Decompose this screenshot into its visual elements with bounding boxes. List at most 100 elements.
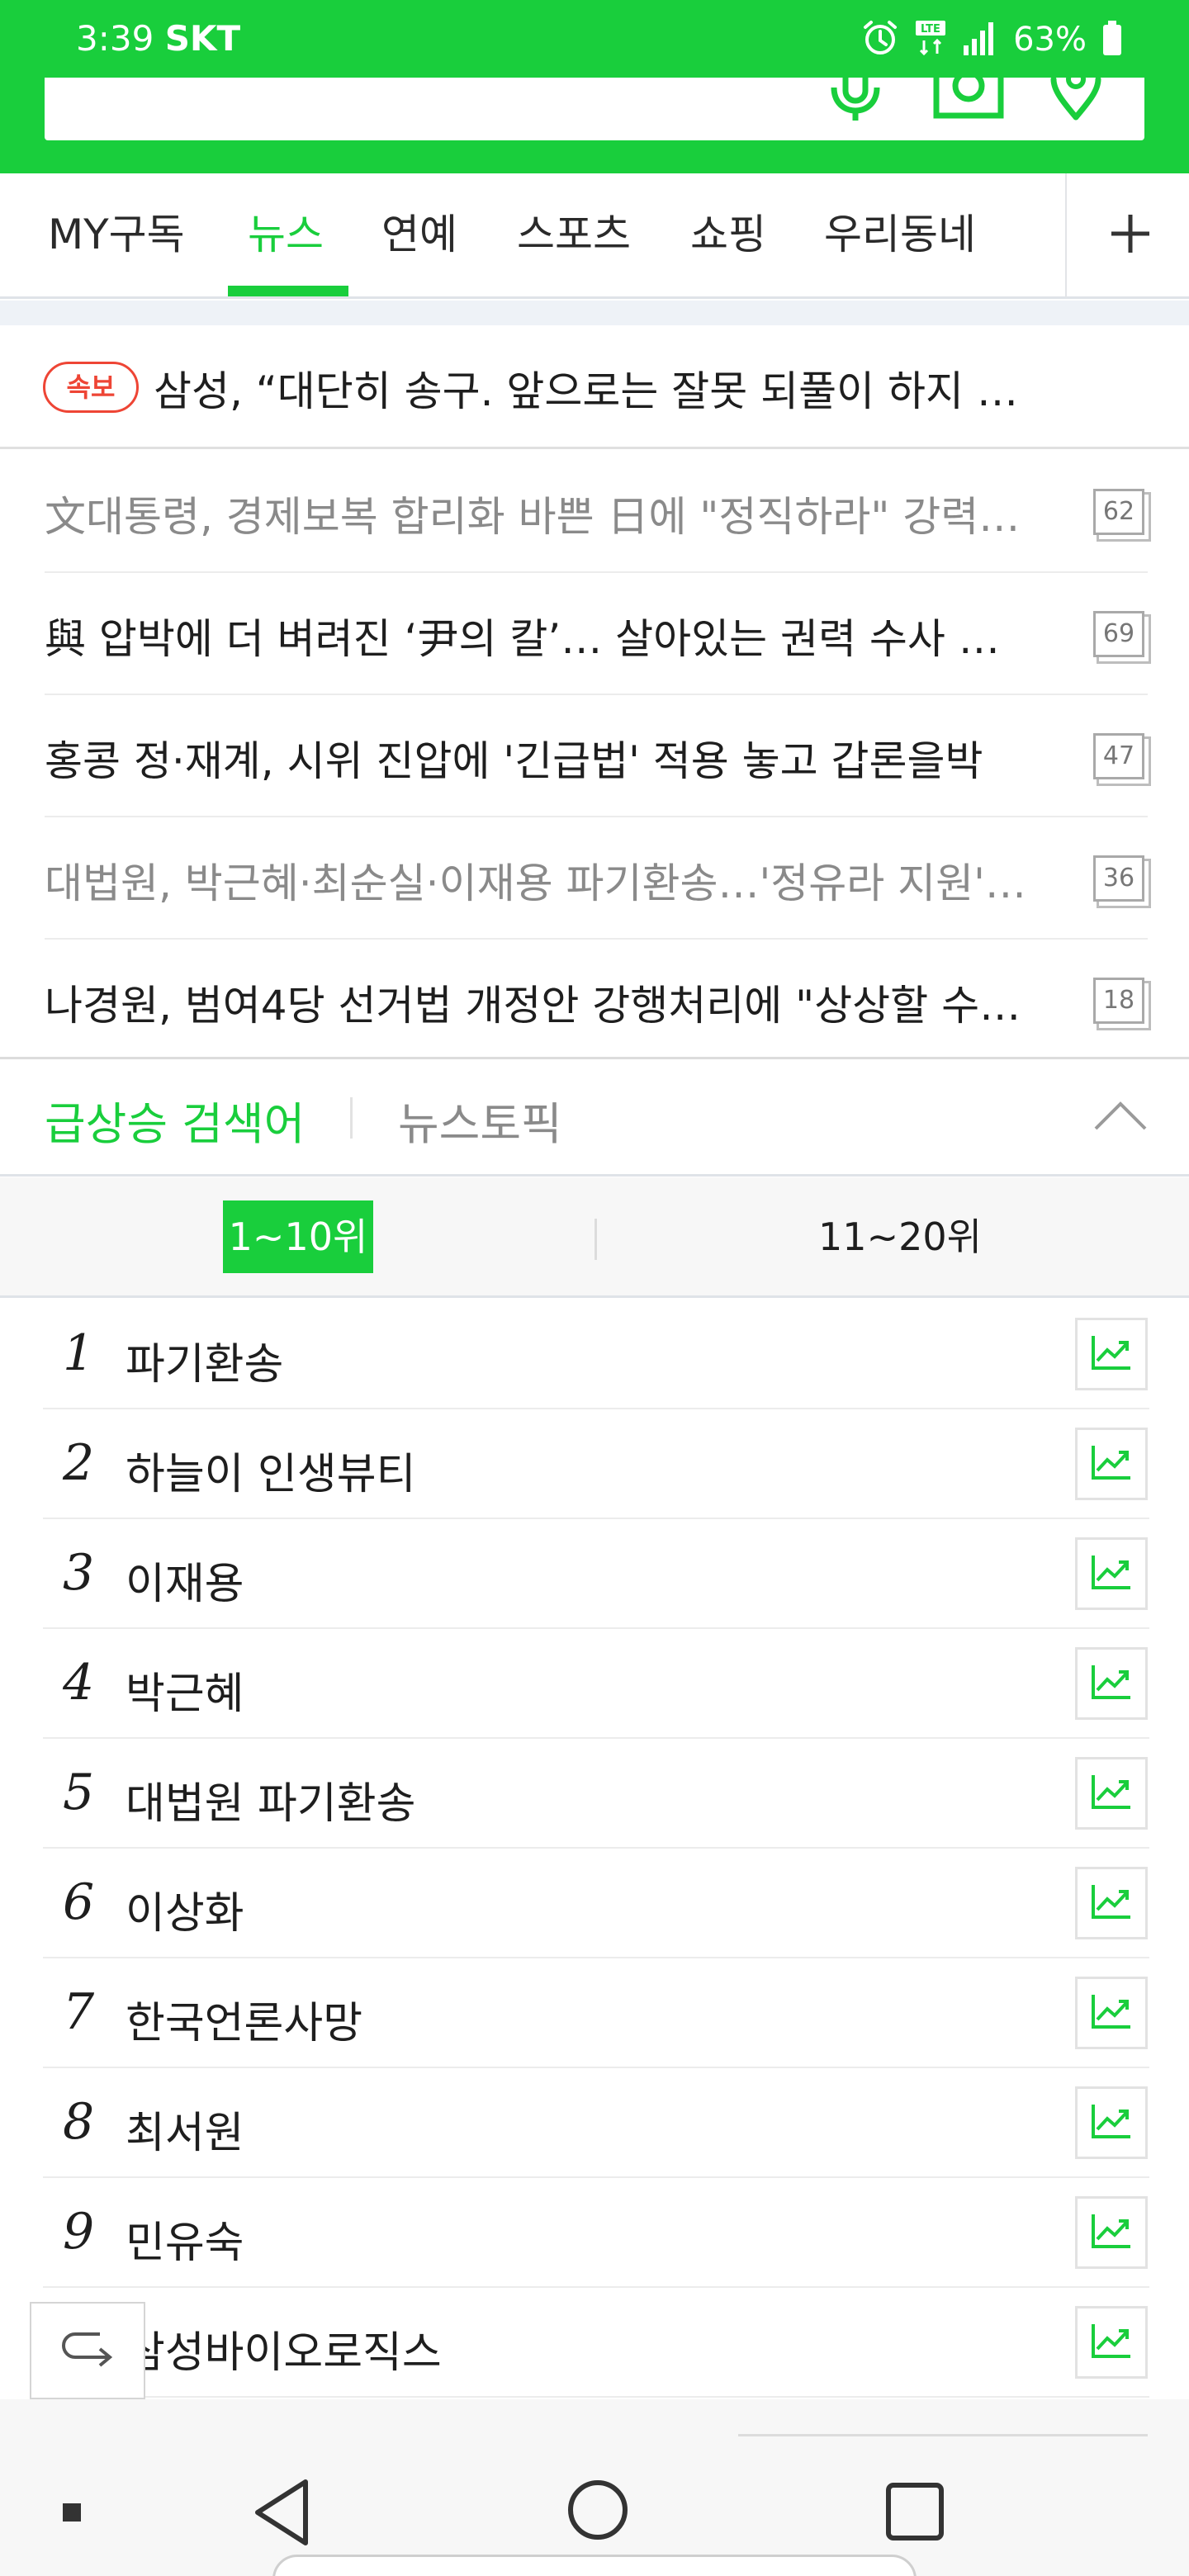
range-1-10-button[interactable]: 1~10위 [223, 1200, 373, 1273]
news-item[interactable]: 與 압박에 더 벼려진 ‘尹의 칼’… 살아있는 권력 수사 본… 69 [45, 573, 1148, 695]
status-time: 3:39 SKT [76, 18, 240, 59]
trend-chart-icon [1091, 2213, 1132, 2252]
trending-list: 1 파기환송 2 하늘이 인생뷰티 3 이재용 4 박근혜 5 대법원 파기환송… [43, 1300, 1149, 2398]
rank-term[interactable]: 하늘이 인생뷰티 [126, 1439, 415, 1501]
rank-number: 9 [63, 2203, 95, 2261]
trending-item[interactable]: 8 최서원 [43, 2068, 1149, 2178]
rank-term[interactable]: 파기환송 [126, 1329, 283, 1391]
rank-term[interactable]: 대법원 파기환송 [126, 1769, 415, 1830]
tab-entertainment[interactable]: 연예 [381, 201, 457, 299]
battery-icon [1101, 19, 1123, 60]
rank-term[interactable]: 민유숙 [126, 2208, 244, 2270]
trend-chart-button[interactable] [1075, 1867, 1148, 1939]
news-item[interactable]: 홍콩 정·재계, 시위 진압에 '긴급법' 적용 놓고 갑론을박 47 [45, 695, 1148, 817]
news-item[interactable]: 나경원, 범여4당 선거법 개정안 강행처리에 "상상할 수 … 18 [45, 940, 1148, 1062]
tab-sports[interactable]: 스포츠 [517, 201, 631, 299]
trending-item[interactable]: 10 삼성바이오로직스 [43, 2288, 1149, 2398]
trending-item[interactable]: 9 민유숙 [43, 2178, 1149, 2288]
signal-icon [962, 19, 998, 60]
tab-separator [350, 1097, 353, 1139]
trend-chart-icon [1091, 1773, 1132, 1813]
lte-icon: LTE [914, 19, 947, 60]
tab-neighborhood[interactable]: 우리동네 [824, 201, 976, 299]
trend-chart-icon [1091, 1554, 1132, 1593]
trend-chart-button[interactable] [1075, 1537, 1148, 1610]
rank-term[interactable]: 박근혜 [126, 1659, 244, 1721]
rank-term[interactable]: 이재용 [126, 1549, 244, 1611]
trend-chart-icon [1091, 1993, 1132, 2033]
breaking-news[interactable]: 속보 삼성, “대단히 송구. 앞으로는 잘못 되풀이 하지 않… [0, 325, 1189, 449]
trend-chart-button[interactable] [1075, 1318, 1148, 1390]
trending-item[interactable]: 6 이상화 [43, 1849, 1149, 1958]
range-11-20-button[interactable]: 11~20위 [776, 1200, 1024, 1273]
recent-apps-icon[interactable] [885, 2482, 945, 2545]
comment-count[interactable]: 69 [1093, 611, 1144, 657]
news-list: 文대통령, 경제보복 합리화 바쁜 日에 "정직하라" 강력… 62 與 압박에… [45, 451, 1148, 1062]
news-title[interactable]: 대법원, 박근혜·최순실·이재용 파기환송…'정유라 지원' … [45, 850, 1027, 910]
trend-chart-button[interactable] [1075, 1757, 1148, 1830]
range-separator [594, 1219, 597, 1260]
search-actions [822, 50, 1103, 124]
news-item[interactable]: 대법원, 박근혜·최순실·이재용 파기환송…'정유라 지원' … 36 [45, 817, 1148, 940]
trending-item[interactable]: 7 한국언론사망 [43, 1958, 1149, 2068]
gesture-handle[interactable] [272, 2555, 917, 2576]
news-title[interactable]: 與 압박에 더 벼려진 ‘尹의 칼’… 살아있는 권력 수사 본… [45, 606, 1027, 665]
comment-count[interactable]: 18 [1093, 978, 1144, 1024]
rank-term[interactable]: 삼성바이오로직스 [126, 2318, 442, 2379]
tab-news[interactable]: 뉴스 [248, 201, 324, 299]
comment-count[interactable]: 36 [1093, 855, 1144, 902]
trending-item[interactable]: 1 파기환송 [43, 1300, 1149, 1409]
search-header [0, 50, 1189, 173]
breaking-title[interactable]: 삼성, “대단히 송구. 앞으로는 잘못 되풀이 하지 않… [154, 358, 1054, 418]
trending-header: 급상승 검색어 뉴스토픽 [0, 1059, 1189, 1177]
news-title[interactable]: 홍콩 정·재계, 시위 진압에 '긴급법' 적용 놓고 갑론을박 [45, 728, 1027, 788]
news-title[interactable]: 文대통령, 경제보복 합리화 바쁜 日에 "정직하라" 강력… [45, 484, 1027, 543]
chevron-up-icon[interactable] [1093, 1099, 1148, 1135]
lens-camera-icon[interactable] [933, 50, 1004, 124]
home-icon[interactable] [566, 2479, 629, 2545]
scroll-indicator [738, 2434, 1148, 2436]
tab-trending-keywords[interactable]: 급상승 검색어 [45, 1087, 305, 1153]
trend-chart-icon [1091, 1444, 1132, 1484]
trend-chart-button[interactable] [1075, 1977, 1148, 2049]
trend-chart-button[interactable] [1075, 2306, 1148, 2379]
rank-number: 1 [63, 1324, 95, 1382]
trending-item[interactable]: 4 박근혜 [43, 1629, 1149, 1739]
alarm-icon [861, 19, 899, 60]
tab-my-subscription[interactable]: MY구독 [48, 201, 185, 299]
trending-item[interactable]: 5 대법원 파기환송 [43, 1739, 1149, 1849]
trend-chart-button[interactable] [1075, 2086, 1148, 2159]
category-tabs: MY구독 뉴스 연예 스포츠 쇼핑 우리동네 [0, 173, 1189, 299]
comment-count[interactable]: 47 [1093, 733, 1144, 779]
trending-item[interactable]: 2 하늘이 인생뷰티 [43, 1409, 1149, 1519]
microphone-icon[interactable] [822, 58, 888, 124]
rank-number: 5 [63, 1764, 95, 1821]
rank-term[interactable]: 이상화 [126, 1878, 244, 1940]
news-item[interactable]: 文대통령, 경제보복 합리화 바쁜 日에 "정직하라" 강력… 62 [45, 451, 1148, 573]
trending-item[interactable]: 3 이재용 [43, 1519, 1149, 1629]
back-icon[interactable] [253, 2479, 310, 2550]
trend-chart-button[interactable] [1075, 2196, 1148, 2269]
rank-number: 3 [63, 1544, 95, 1602]
rank-number: 8 [63, 2093, 95, 2151]
search-box[interactable] [45, 50, 1144, 140]
rank-number: 4 [63, 1654, 95, 1712]
trend-chart-button[interactable] [1075, 1647, 1148, 1720]
carrier-text: SKT [164, 18, 241, 59]
news-title[interactable]: 나경원, 범여4당 선거법 개정안 강행처리에 "상상할 수 … [45, 973, 1027, 1032]
trend-chart-icon [1091, 1334, 1132, 1374]
rank-term[interactable]: 최서원 [126, 2098, 244, 2160]
plus-icon [1110, 213, 1151, 258]
rank-term[interactable]: 한국언론사망 [126, 1988, 362, 2050]
pin-dot-icon[interactable] [61, 2502, 83, 2526]
tab-shopping[interactable]: 쇼핑 [690, 201, 766, 299]
add-tab-button[interactable] [1065, 173, 1189, 297]
tab-news-topics[interactable]: 뉴스토픽 [398, 1087, 562, 1153]
trend-chart-button[interactable] [1075, 1428, 1148, 1500]
trend-chart-icon [1091, 2323, 1132, 2362]
svg-text:LTE: LTE [921, 23, 940, 36]
comment-count[interactable]: 62 [1093, 489, 1144, 535]
location-pin-icon[interactable] [1049, 69, 1103, 124]
section-gap [0, 301, 1189, 325]
share-button[interactable] [30, 2302, 145, 2399]
